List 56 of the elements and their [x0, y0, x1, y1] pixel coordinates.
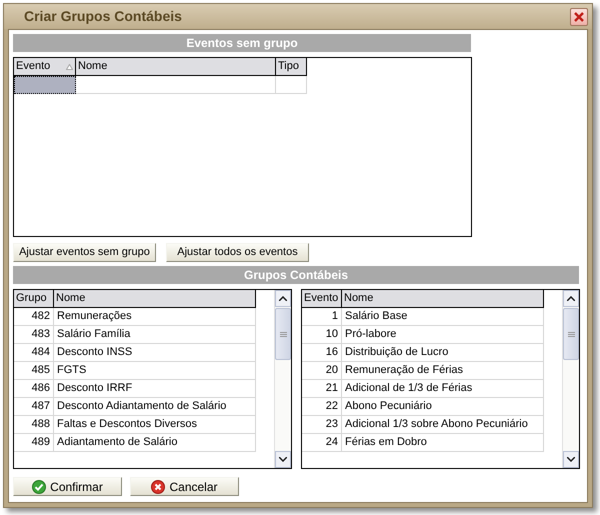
section-header: Grupos Contábeis: [13, 266, 579, 284]
table-cell: FGTS: [54, 362, 256, 380]
table-cell: 24: [302, 434, 342, 452]
table-cell: Desconto Adiantamento de Salário: [54, 398, 256, 416]
table-cell: Distribuição de Lucro: [342, 344, 544, 362]
table-cell: 489: [14, 434, 54, 452]
table-cell: Desconto IRRF: [54, 380, 256, 398]
scrollbar[interactable]: [274, 290, 291, 468]
table-cell: Desconto INSS: [54, 344, 256, 362]
checkmark-icon: [32, 480, 46, 494]
adjust-button[interactable]: Ajustar todos os eventos: [166, 243, 309, 262]
table-cell: Férias em Dobro: [342, 434, 544, 452]
column-header[interactable]: Nome: [54, 290, 256, 308]
table-cell: Remuneração de Férias: [342, 362, 544, 380]
table-cell: 10: [302, 326, 342, 344]
table-cell: Faltas e Descontos Diversos: [54, 416, 256, 434]
grip-icon: [568, 332, 574, 336]
table-cell: Abono Pecuniário: [342, 398, 544, 416]
table-cell: Adiantamento de Salário: [54, 434, 256, 452]
column-header[interactable]: Grupo: [14, 290, 54, 308]
table-cell: 23: [302, 416, 342, 434]
column-header[interactable]: Nome: [76, 58, 276, 76]
table-cell: Salário Base: [342, 308, 544, 326]
table-cell: 20: [302, 362, 342, 380]
scrollbar[interactable]: [562, 290, 579, 468]
adjust-button[interactable]: Ajustar eventos sem grupo: [13, 243, 156, 262]
table-cell: 488: [14, 416, 54, 434]
column-header[interactable]: Tipo: [276, 58, 307, 76]
dialog-button[interactable]: Cancelar: [130, 477, 239, 496]
column-header[interactable]: Nome: [342, 290, 544, 308]
table-cell: Pró-labore: [342, 326, 544, 344]
table-cell: 22: [302, 398, 342, 416]
table-cell: Salário Família: [54, 326, 256, 344]
close-icon: [574, 12, 584, 22]
grip-icon: [280, 332, 286, 336]
sort-arrow-icon: [66, 64, 73, 70]
table-cell: 16: [302, 344, 342, 362]
table-cell: 1: [302, 308, 342, 326]
table-cell: 483: [14, 326, 54, 344]
section-header: Eventos sem grupo: [13, 34, 471, 52]
table-cell: 487: [14, 398, 54, 416]
close-button[interactable]: [570, 8, 588, 26]
table-cell: 486: [14, 380, 54, 398]
table-cell: Adicional 1/3 sobre Abono Pecuniário: [342, 416, 544, 434]
table-cell: 21: [302, 380, 342, 398]
window-title: Criar Grupos Contábeis: [24, 7, 182, 26]
table-cell: 482: [14, 308, 54, 326]
table-cell[interactable]: [14, 76, 76, 94]
close-icon: [151, 480, 166, 494]
column-header[interactable]: Evento: [14, 58, 76, 76]
table-cell: Remunerações: [54, 308, 256, 326]
dialog-button[interactable]: Confirmar: [13, 477, 122, 496]
table-cell: Adicional de 1/3 de Férias: [342, 380, 544, 398]
table-cell: 484: [14, 344, 54, 362]
table-cell: 485: [14, 362, 54, 380]
column-header[interactable]: Evento: [302, 290, 342, 308]
